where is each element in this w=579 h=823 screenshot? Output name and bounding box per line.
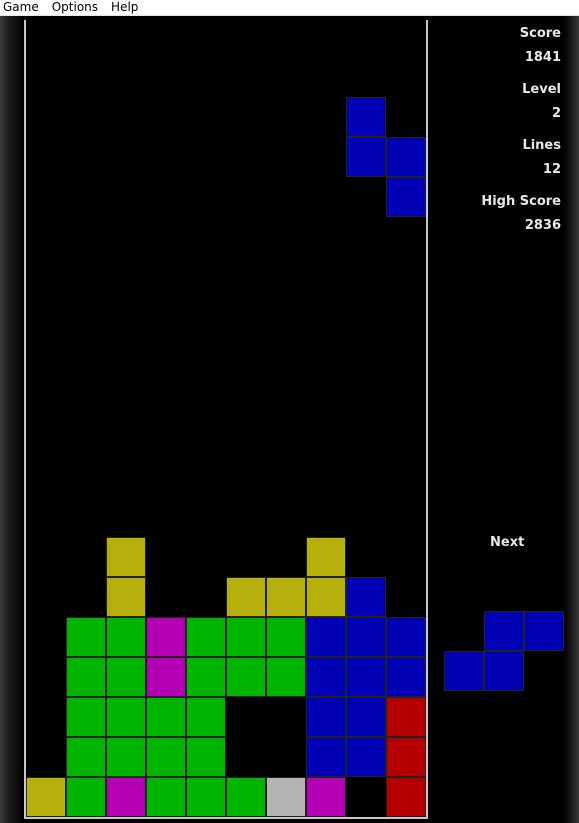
score-value: 1841: [524, 50, 561, 65]
falling-block: [346, 97, 386, 137]
game-board[interactable]: [24, 20, 428, 819]
locked-block: [266, 577, 306, 617]
locked-block: [106, 697, 146, 737]
locked-block: [186, 617, 226, 657]
locked-block: [106, 577, 146, 617]
locked-block: [386, 777, 426, 817]
locked-block: [66, 737, 106, 777]
locked-block: [306, 697, 346, 737]
left-margin: [0, 16, 24, 823]
locked-block: [106, 617, 146, 657]
lines-label: Lines: [522, 138, 561, 153]
locked-block: [386, 657, 426, 697]
locked-block: [346, 657, 386, 697]
lines-value: 12: [542, 162, 561, 177]
locked-block: [266, 617, 306, 657]
locked-block: [146, 657, 186, 697]
menu-options[interactable]: Options: [49, 0, 106, 15]
locked-block: [226, 577, 266, 617]
next-piece-block: [484, 611, 524, 651]
next-piece-preview: [444, 611, 564, 691]
locked-block: [226, 657, 266, 697]
locked-block: [146, 777, 186, 817]
locked-block: [386, 737, 426, 777]
locked-block: [346, 737, 386, 777]
locked-block: [186, 697, 226, 737]
high-score-label: High Score: [481, 194, 561, 209]
locked-block: [266, 777, 306, 817]
locked-block: [306, 577, 346, 617]
next-piece-block: [444, 651, 484, 691]
locked-block: [266, 657, 306, 697]
next-piece-block: [484, 651, 524, 691]
score-label: Score: [519, 26, 561, 41]
falling-block: [386, 137, 426, 177]
locked-block: [146, 737, 186, 777]
locked-block: [106, 737, 146, 777]
locked-block: [386, 697, 426, 737]
right-margin: [564, 16, 579, 823]
locked-block: [106, 657, 146, 697]
locked-block: [346, 697, 386, 737]
locked-block: [306, 777, 346, 817]
locked-block: [346, 617, 386, 657]
locked-block: [186, 777, 226, 817]
next-label: Next: [490, 535, 525, 550]
locked-block: [346, 577, 386, 617]
locked-block: [226, 777, 266, 817]
locked-block: [186, 657, 226, 697]
falling-block: [346, 137, 386, 177]
locked-block: [66, 657, 106, 697]
locked-block: [26, 777, 66, 817]
locked-block: [226, 617, 266, 657]
locked-block: [146, 617, 186, 657]
locked-block: [306, 737, 346, 777]
locked-block: [306, 617, 346, 657]
locked-block: [186, 737, 226, 777]
locked-block: [106, 777, 146, 817]
menu-help[interactable]: Help: [108, 0, 146, 15]
locked-block: [66, 697, 106, 737]
next-piece-block: [524, 611, 564, 651]
locked-block: [306, 657, 346, 697]
locked-block: [386, 617, 426, 657]
level-value: 2: [551, 106, 561, 121]
locked-block: [146, 697, 186, 737]
level-label: Level: [522, 82, 561, 97]
locked-block: [66, 617, 106, 657]
locked-block: [106, 537, 146, 577]
locked-block: [66, 777, 106, 817]
locked-block: [306, 537, 346, 577]
menu-bar: Game Options Help: [0, 0, 579, 16]
menu-game[interactable]: Game: [0, 0, 47, 15]
falling-block: [386, 177, 426, 217]
high-score-value: 2836: [524, 218, 561, 233]
